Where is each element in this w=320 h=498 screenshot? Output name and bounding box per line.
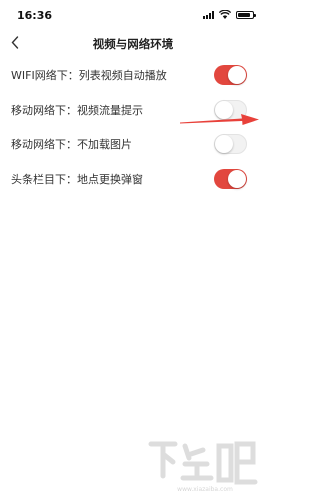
setting-label: 头条栏目下：地点更换弹窗 <box>11 172 143 186</box>
location-popup-toggle[interactable] <box>214 168 247 189</box>
red-arrow-icon <box>180 114 259 125</box>
no-images-toggle[interactable] <box>214 134 247 155</box>
wifi-icon <box>219 10 231 19</box>
watermark-url: www.xiazaiba.com <box>177 486 233 493</box>
setting-row-location-popup: 头条栏目下：地点更换弹窗 <box>0 162 266 197</box>
status-bar: 16:36 <box>0 0 266 28</box>
setting-row-no-images: 移动网络下：不加载图片 <box>0 127 266 162</box>
setting-row-wifi-autoplay: WIFI网络下：列表视频自动播放 <box>0 58 266 93</box>
setting-label: 移动网络下：不加载图片 <box>11 138 132 152</box>
watermark-logo: www.xiazaiba.com <box>148 441 258 493</box>
autoplay-toggle[interactable] <box>214 65 247 86</box>
toggle-knob <box>228 169 246 188</box>
page-title: 视频与网络环境 <box>92 37 174 51</box>
battery-icon <box>236 10 256 19</box>
status-icons <box>203 10 256 19</box>
nav-bar: 视频与网络环境 <box>0 28 266 58</box>
setting-label: 移动网络下：视频流量提示 <box>11 103 143 117</box>
toggle-knob <box>215 135 233 154</box>
signal-icon <box>203 10 214 19</box>
toggle-knob <box>228 66 246 85</box>
status-time: 16:36 <box>17 9 53 22</box>
setting-label: WIFI网络下：列表视频自动播放 <box>11 69 167 83</box>
